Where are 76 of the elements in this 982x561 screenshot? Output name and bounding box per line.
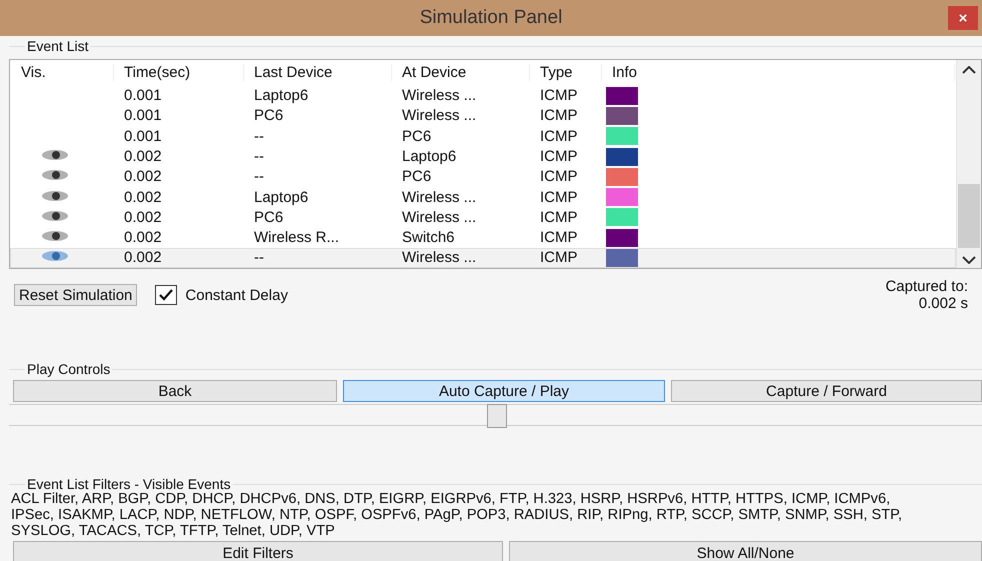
table-cell-text: 0.002 — [123, 229, 163, 246]
eye-icon[interactable] — [41, 169, 69, 182]
event-row[interactable]: 0.002 Laptop6 Wireless ... ICMP — [10, 186, 956, 208]
scroll-down-icon[interactable] — [962, 256, 976, 264]
play-control-button[interactable]: Capture / Forward — [671, 380, 982, 402]
table-cell-text: 0.001 — [123, 128, 163, 145]
table-cell-text: PC6 — [401, 128, 432, 145]
table-cell-text: Laptop6 — [401, 148, 458, 166]
filter-button[interactable]: Edit Filters — [13, 541, 503, 561]
table-cell-text: Wireless ... — [401, 107, 478, 124]
table-cell-text: -- — [253, 128, 265, 145]
eye-icon[interactable] — [41, 230, 69, 242]
table-cell-text: ICMP — [539, 148, 578, 166]
event-row[interactable]: 0.001 Laptop6 Wireless ... ICMP — [10, 86, 956, 106]
column-header[interactable]: Last Device — [244, 64, 392, 82]
table-cell-text: 0.002 — [123, 168, 163, 186]
table-cell-text: Laptop6 — [253, 87, 310, 104]
group-label: Play Controls — [25, 361, 112, 377]
play-control-button[interactable]: Back — [13, 380, 337, 402]
table-cell-text: ICMP — [539, 107, 578, 124]
table-cell-text: 0.002 — [123, 148, 163, 166]
group-label: Event List — [25, 38, 90, 54]
play-control-button[interactable]: Auto Capture / Play — [343, 380, 665, 402]
column-header[interactable]: Time(sec) — [114, 64, 244, 82]
table-cell-text: ICMP — [539, 249, 578, 266]
group-label: Event List Filters - Visible Events — [25, 476, 233, 492]
table-cell-text: Wireless ... — [401, 249, 478, 266]
checkbox[interactable] — [155, 285, 178, 305]
filter-button[interactable]: Show All/None — [509, 541, 982, 561]
table-cell-text: Wireless ... — [401, 208, 478, 226]
table-cell-text: 0.002 — [123, 249, 163, 266]
column-header[interactable]: Type — [530, 64, 602, 82]
window-title: Simulation Panel — [420, 7, 562, 29]
checkbox-label: Constant Delay — [185, 286, 288, 304]
eye-icon[interactable] — [41, 190, 69, 202]
table-cell-text: ICMP — [539, 188, 578, 206]
table-cell-text: PC6 — [253, 208, 284, 226]
slider-thumb[interactable] — [486, 404, 506, 428]
table-cell-text: -- — [253, 148, 265, 166]
table-cell-text: 0.001 — [123, 107, 163, 124]
eye-icon[interactable] — [41, 149, 69, 162]
table-cell-text: Switch6 — [401, 229, 456, 246]
table-cell-text: -- — [253, 168, 265, 186]
table-cell-text: ICMP — [539, 128, 578, 145]
filter-list: ACL Filter, ARP, BGP, CDP, DHCP, DHCPv6, DNS, DTP, EIGRP, EIGRPv6, FTP, H.323, HSRP, HSRPv6, HTTP, HTTPS, ICMP, ICMPv6, IPSec, ISAKMP, LACP, NDP, NETFLOW, NTP, OSPF, OSPFv6, PAgP, POP3, RADIUS, RIP, RIPng, RTP, SCCP, SMTP, SNMP, SSH, STP, SYSLOG, TACACS, TCP, TFTP, Telnet, UDP, VTP — [0, 491, 911, 539]
table-cell-text: -- — [253, 249, 265, 266]
captured-value: 0.002 s — [918, 295, 968, 312]
table-cell-text: Wireless R... — [253, 229, 340, 246]
table-cell-text: 0.002 — [123, 208, 163, 226]
table-cell-text: 0.001 — [123, 87, 163, 104]
scroll-up-icon[interactable] — [962, 66, 976, 74]
event-row[interactable]: 0.002 PC6 Wireless ... ICMP — [10, 207, 956, 228]
column-header[interactable]: Info — [602, 64, 955, 82]
table-cell-text: ICMP — [539, 229, 578, 246]
reset-simulation-button[interactable]: Reset Simulation — [14, 284, 138, 306]
scrollbar[interactable] — [956, 60, 981, 268]
table-cell-text: ICMP — [539, 87, 578, 104]
event-row[interactable]: 0.002 -- PC6 ICMP — [10, 166, 956, 187]
captured-label: Captured to: — [885, 278, 968, 295]
table-cell-text: Laptop6 — [253, 188, 310, 206]
table-cell-text: Wireless ... — [401, 188, 478, 206]
column-header[interactable]: Vis. — [11, 64, 114, 82]
table-cell-text: ICMP — [539, 168, 578, 186]
table-cell-text: Wireless ... — [401, 87, 478, 104]
eye-icon[interactable] — [41, 210, 69, 222]
table-cell-text: PC6 — [253, 107, 284, 124]
close-button[interactable]: × — [948, 6, 978, 30]
event-row[interactable]: 0.002 -- Laptop6 ICMP — [10, 146, 956, 167]
table-cell-text: 0.002 — [123, 188, 163, 206]
event-row[interactable]: 0.002 -- Wireless ... ICMP — [10, 248, 956, 268]
table-cell-text: PC6 — [401, 168, 432, 186]
event-row[interactable]: 0.002 Wireless R... Switch6 ICMP — [10, 228, 956, 248]
column-header[interactable]: At Device — [392, 64, 530, 82]
event-row[interactable]: 0.001 PC6 Wireless ... ICMP — [10, 106, 956, 126]
table-cell-text: ICMP — [539, 208, 578, 226]
event-row[interactable]: 0.001 -- PC6 ICMP — [10, 126, 956, 146]
